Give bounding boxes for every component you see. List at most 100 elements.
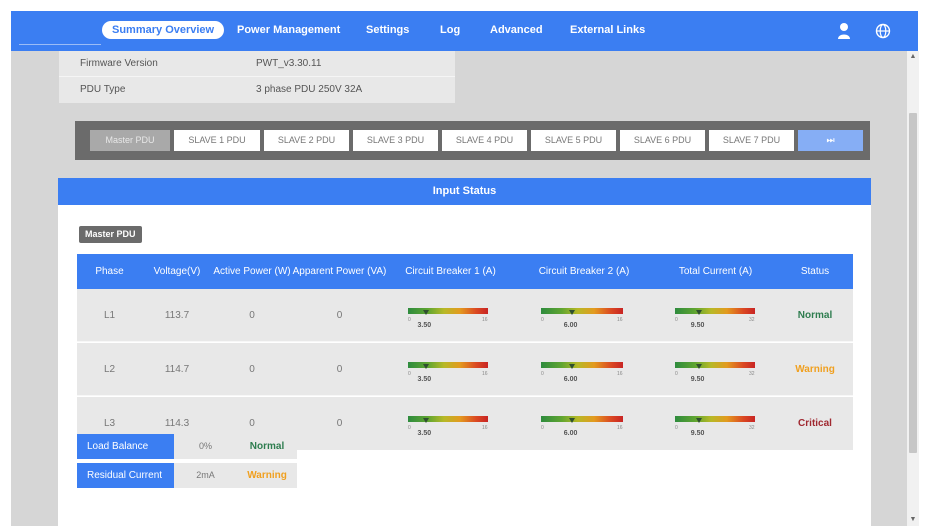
- master-pdu-badge: Master PDU: [79, 226, 142, 243]
- total-gauge: 0 32 9.50: [675, 397, 759, 450]
- tab-slave-7-pdu[interactable]: SLAVE 7 PDU: [709, 130, 794, 151]
- scroll-up-arrow-icon[interactable]: ▲: [907, 52, 919, 62]
- gauge-bar: [675, 416, 755, 422]
- firmware-version-value: PWT_v3.30.11: [256, 58, 322, 69]
- gauge-bar: [408, 308, 488, 314]
- cb1-gauge: 0 16 3.50: [408, 289, 492, 342]
- pdu-type-value: 3 phase PDU 250V 32A: [256, 84, 363, 95]
- firmware-version-label: Firmware Version: [80, 58, 158, 69]
- pdu-tab-bar: Master PDU SLAVE 1 PDU SLAVE 2 PDU SLAVE…: [75, 121, 870, 160]
- gauge-max-label: 16: [482, 371, 488, 377]
- active-power-cell: 0: [249, 310, 255, 321]
- gauge-min-label: 0: [408, 371, 411, 377]
- gauge-marker-icon: [422, 364, 429, 369]
- gauge-max-label: 16: [482, 317, 488, 323]
- voltage-cell: 113.7: [164, 310, 190, 321]
- tab-slave-4-pdu[interactable]: SLAVE 4 PDU: [442, 130, 527, 151]
- globe-icon[interactable]: [875, 22, 891, 40]
- gauge-marker-icon: [568, 310, 575, 315]
- nav-summary-overview[interactable]: Summary Overview: [102, 21, 225, 39]
- tab-master-pdu[interactable]: Master PDU: [90, 130, 170, 151]
- pdu-type-label: PDU Type: [80, 84, 126, 95]
- gauge-bar: [541, 362, 623, 368]
- gauge-max-label: 32: [749, 317, 755, 323]
- residual-current-value: 2mA: [174, 463, 237, 488]
- residual-current-status: Warning: [237, 463, 297, 488]
- load-balance-status: Normal: [237, 434, 297, 459]
- tab-slave-1-pdu[interactable]: SLAVE 1 PDU: [174, 130, 260, 151]
- gauge-marker-icon: [568, 364, 575, 369]
- active-power-cell: 0: [249, 364, 255, 375]
- status-cell: Critical: [798, 418, 832, 429]
- gauge-min-label: 0: [675, 371, 678, 377]
- nav-advanced[interactable]: Advanced: [490, 22, 543, 38]
- cb2-gauge: 0 16 6.00: [541, 343, 627, 396]
- gauge-min-label: 0: [541, 317, 544, 323]
- gauge-max-label: 16: [617, 425, 623, 431]
- table-row: L2 114.7 0 0 0 16 3.50 0 16 6.00 0 32 9.50 Warning: [77, 343, 853, 396]
- tab-slave-6-pdu[interactable]: SLAVE 6 PDU: [620, 130, 705, 151]
- col-status: Status: [800, 265, 830, 277]
- nav-settings[interactable]: Settings: [366, 22, 409, 38]
- col-apparent-power: Apparent Power (VA): [292, 265, 387, 277]
- user-icon[interactable]: [836, 22, 852, 40]
- gauge-value-label: 6.00: [563, 376, 578, 383]
- gauge-bar: [675, 308, 755, 314]
- residual-current-label: Residual Current: [77, 463, 174, 488]
- device-info-table: Firmware Version PWT_v3.30.11 PDU Type 3…: [59, 51, 455, 103]
- apparent-power-cell: 0: [336, 418, 343, 429]
- col-total-current: Total Current (A): [678, 265, 753, 277]
- pdu-type-row: PDU Type 3 phase PDU 250V 32A: [59, 77, 455, 103]
- gauge-max-label: 16: [482, 425, 488, 431]
- brand-underline: [19, 44, 101, 45]
- apparent-power-cell: 0: [336, 364, 343, 375]
- tab-slave-3-pdu[interactable]: SLAVE 3 PDU: [353, 130, 438, 151]
- gauge-min-label: 0: [675, 317, 678, 323]
- gauge-max-label: 32: [749, 371, 755, 377]
- col-circuit-breaker-1: Circuit Breaker 1 (A): [405, 265, 496, 277]
- load-balance-value: 0%: [174, 434, 237, 459]
- gauge-bar: [408, 362, 488, 368]
- table-row: L1 113.7 0 0 0 16 3.50 0 16 6.00 0 32 9.50 Normal: [77, 289, 853, 342]
- col-voltage: Voltage(V): [153, 265, 201, 277]
- gauge-max-label: 16: [617, 317, 623, 323]
- input-status-panel: Input Status Master PDU Phase Voltage(V)…: [58, 178, 871, 526]
- cb2-gauge: 0 16 6.00: [541, 397, 627, 450]
- gauge-marker-icon: [695, 364, 702, 369]
- gauge-value-label: 6.00: [563, 322, 578, 329]
- gauge-marker-icon: [695, 310, 702, 315]
- phase-cell: L2: [103, 364, 116, 375]
- input-status-title: Input Status: [58, 178, 871, 205]
- gauge-min-label: 0: [408, 317, 411, 323]
- gauge-value-label: 3.50: [417, 430, 432, 437]
- apparent-power-cell: 0: [336, 310, 343, 321]
- nav-power-management[interactable]: Power Management: [237, 22, 340, 38]
- gauge-bar: [541, 416, 623, 422]
- gauge-bar: [675, 362, 755, 368]
- gauge-value-label: 6.00: [563, 430, 578, 437]
- col-phase: Phase: [95, 265, 124, 277]
- gauge-max-label: 16: [617, 371, 623, 377]
- nav-log[interactable]: Log: [440, 22, 460, 38]
- voltage-cell: 114.7: [164, 364, 190, 375]
- cb2-gauge: 0 16 6.00: [541, 289, 627, 342]
- gauge-bar: [541, 308, 623, 314]
- vertical-scrollbar[interactable]: ▲ ▼: [907, 51, 919, 526]
- total-gauge: 0 32 9.50: [675, 343, 759, 396]
- nav-external-links[interactable]: External Links: [570, 22, 645, 38]
- tab-slave-5-pdu[interactable]: SLAVE 5 PDU: [531, 130, 616, 151]
- tab-slave-2-pdu[interactable]: SLAVE 2 PDU: [264, 130, 349, 151]
- cb1-gauge: 0 16 3.50: [408, 397, 492, 450]
- scrollbar-thumb[interactable]: [909, 113, 917, 453]
- next-page-icon[interactable]: ⏭: [798, 130, 863, 151]
- gauge-marker-icon: [695, 418, 702, 423]
- load-balance-label: Load Balance: [77, 434, 174, 459]
- status-cell: Warning: [795, 364, 835, 375]
- gauge-value-label: 9.50: [690, 322, 705, 329]
- gauge-marker-icon: [422, 310, 429, 315]
- top-navigation-bar: Summary Overview Power Management Settin…: [11, 11, 918, 51]
- scroll-down-arrow-icon[interactable]: ▼: [907, 515, 919, 525]
- gauge-min-label: 0: [408, 425, 411, 431]
- gauge-marker-icon: [568, 418, 575, 423]
- gauge-min-label: 0: [541, 371, 544, 377]
